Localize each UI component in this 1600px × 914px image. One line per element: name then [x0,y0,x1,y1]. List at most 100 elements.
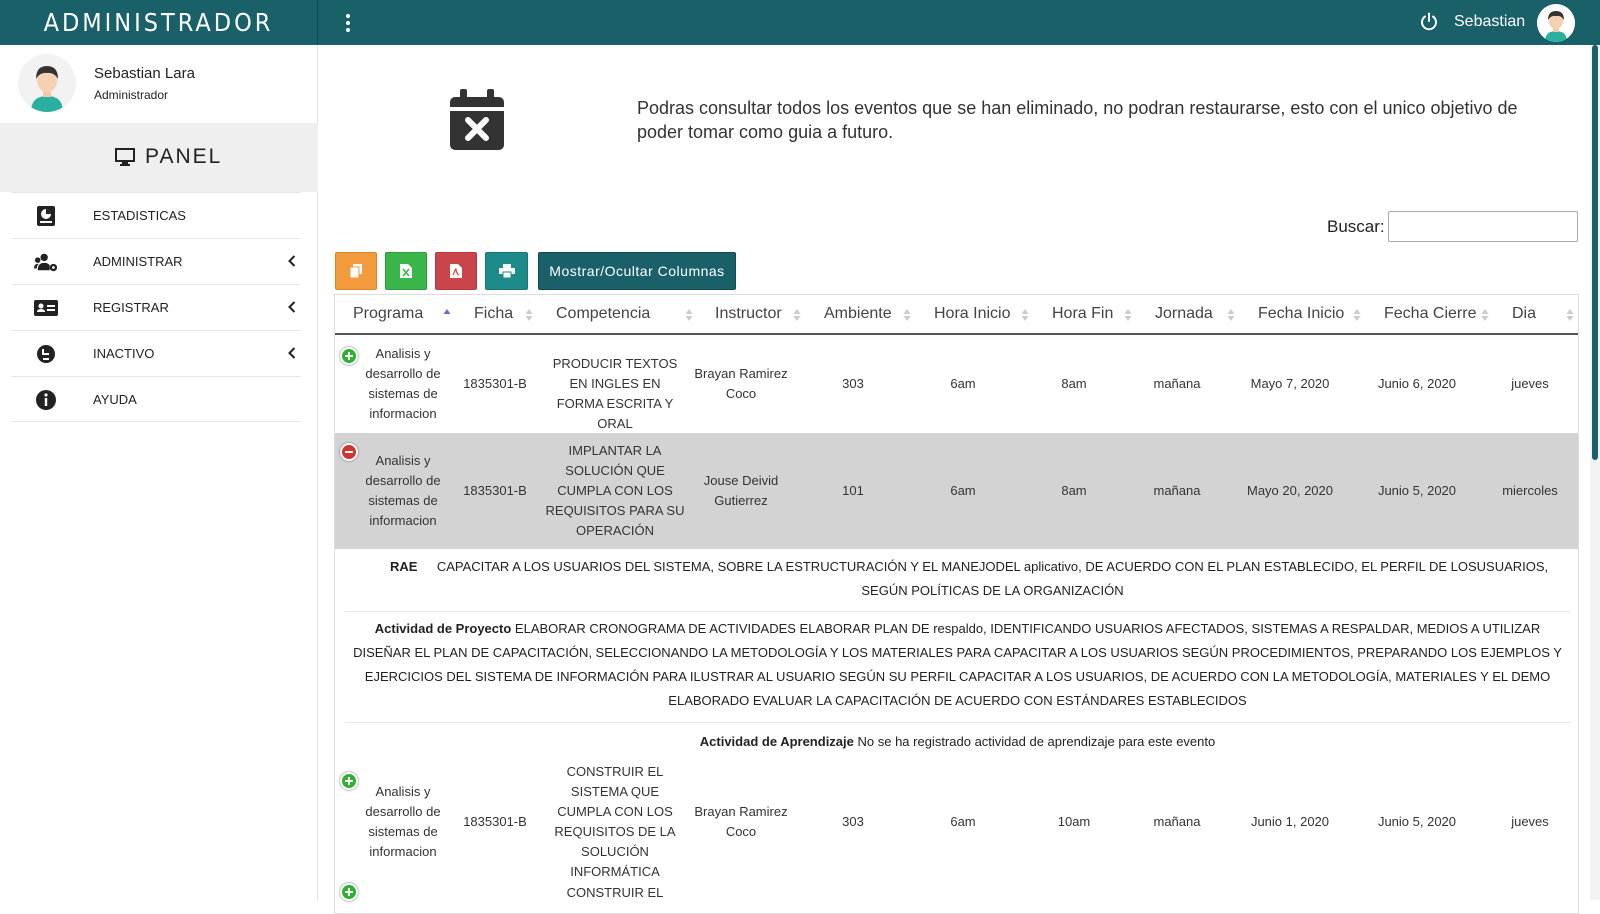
column-header-ficha[interactable]: Ficha [474,305,513,323]
divider [345,722,1570,723]
copy-button[interactable] [335,252,377,290]
sidebar: Sebastian Lara Administrador PANEL ESTAD… [0,45,318,900]
stats-book-icon [37,206,55,226]
sort-icon [1566,309,1574,321]
cell-ficha: 1835301-B [463,483,527,498]
profile-name: Sebastian Lara [94,65,195,82]
top-username[interactable]: Sebastian [1454,13,1525,31]
cell-ambiente: 303 [842,376,864,391]
pdf-icon [450,264,462,278]
cell-hora-inicio: 6am [950,483,976,498]
column-header-hora-fin[interactable]: Hora Fin [1052,305,1113,323]
cell-competencia: CONSTRUIR EL [566,885,664,900]
chevron-left-icon [288,301,296,313]
cell-programa: Analisis y desarrollo de sistemas de inf… [365,784,441,859]
expand-row-icon[interactable] [340,347,358,365]
table-header: Programa Ficha Competencia Instructor Am… [335,295,1578,335]
panel-link[interactable]: PANEL [0,123,318,192]
cell-competencia: CONSTRUIR EL SISTEMA QUE CUMPLA CON LOS … [554,764,676,879]
cell-programa: Analisis y desarrollo de sistemas de inf… [365,346,441,421]
cell-dia: jueves [1511,376,1549,391]
detail-aprendizaje: Actividad de Aprendizaje No se ha regist… [335,730,1578,754]
cell-programa: Analisis y desarrollo de sistemas de inf… [365,453,441,528]
cell-hora-fin: 10am [1057,814,1091,829]
sidebar-item-label: ADMINISTRAR [93,254,183,269]
table-row[interactable]: Analisis y desarrollo de sistemas de inf… [335,433,1578,549]
sidebar-item-administrar[interactable]: ADMINISTRAR [12,238,300,284]
sort-asc-icon [443,309,451,314]
sidebar-item-estadisticas[interactable]: ESTADISTICAS [12,192,300,238]
pdf-button[interactable] [435,252,477,290]
toggle-columns-button[interactable]: Mostrar/Ocultar Columnas [538,252,736,290]
info-icon [36,390,56,410]
sort-icon [525,309,533,321]
chevron-left-icon [288,347,296,359]
inactive-icon [37,345,55,363]
sidebar-item-inactivo[interactable]: INACTIVO [12,330,300,376]
column-header-jornada[interactable]: Jornada [1155,305,1213,323]
table-row[interactable]: CONSTRUIR EL [335,883,1578,903]
page-scrollbar[interactable] [1590,45,1600,900]
events-table: Programa Ficha Competencia Instructor Am… [334,294,1579,914]
rae-label: RAE [390,559,418,574]
sort-icon [793,309,801,321]
panel-label: PANEL [145,145,223,168]
user-avatar[interactable] [1537,4,1575,42]
sidebar-item-ayuda[interactable]: AYUDA [12,376,300,422]
sidebar-item-registrar[interactable]: REGISTRAR [12,284,300,330]
cell-dia: jueves [1511,814,1549,829]
cell-ficha: 1835301-B [463,376,527,391]
cell-ambiente: 303 [842,814,864,829]
cell-fecha-inicio: Mayo 20, 2020 [1246,483,1333,498]
cell-hora-inicio: 6am [950,814,976,829]
cell-fecha-inicio: Mayo 7, 2020 [1250,376,1330,391]
divider [345,611,1570,612]
table-row[interactable]: Analisis y desarrollo de sistemas de inf… [335,764,1578,879]
cell-ambiente: 101 [842,483,864,498]
print-button[interactable] [485,252,528,290]
menu-toggle-icon[interactable] [340,11,356,35]
sidebar-nav: ESTADISTICAS ADMINISTRAR REGISTRAR INACT… [12,192,300,422]
table-row[interactable]: Analisis y desarrollo de sistemas de inf… [335,335,1578,433]
cell-hora-fin: 8am [1061,483,1087,498]
cell-competencia: PRODUCIR TEXTOS EN INGLES EN FORMA ESCRI… [552,356,678,431]
sort-icon [1353,309,1361,321]
column-header-instructor[interactable]: Instructor [715,305,782,323]
cell-fecha-cierre: Junio 5, 2020 [1377,483,1457,498]
sidebar-profile: Sebastian Lara Administrador [0,45,318,123]
scrollbar-thumb[interactable] [1592,45,1598,460]
sidebar-item-label: INACTIVO [93,346,155,361]
cell-jornada: mañana [1153,376,1201,391]
sidebar-item-label: ESTADISTICAS [93,208,186,223]
expand-row-icon[interactable] [340,883,358,901]
cell-hora-fin: 8am [1061,376,1087,391]
column-header-hora-inicio[interactable]: Hora Inicio [934,305,1010,323]
sort-icon [903,309,911,321]
brand-title[interactable]: ADMINISTRADOR [0,0,318,45]
column-header-ambiente[interactable]: Ambiente [824,305,892,323]
column-header-programa[interactable]: Programa [353,305,423,323]
sort-icon [1124,309,1132,321]
search-input[interactable] [1388,211,1578,242]
sort-icon [1481,309,1489,321]
excel-button[interactable] [385,252,427,290]
print-icon [498,264,515,278]
cell-ficha: 1835301-B [463,814,527,829]
sort-icon [685,309,693,321]
column-header-fecha-cierre[interactable]: Fecha Cierre [1384,305,1476,323]
proyecto-text: ELABORAR CRONOGRAMA DE ACTIVIDADES ELABO… [353,621,1562,708]
column-header-dia[interactable]: Dia [1512,305,1536,323]
power-icon[interactable] [1419,12,1439,32]
profile-role: Administrador [94,88,169,102]
expand-row-icon[interactable] [340,772,358,790]
top-bar: ADMINISTRADOR Sebastian [0,0,1600,45]
cell-fecha-cierre: Junio 6, 2020 [1377,376,1457,391]
sort-icon [1021,309,1029,321]
cell-instructor: Jouse Deivid Gutierrez [703,473,779,508]
collapse-row-icon[interactable] [340,443,358,461]
detail-proyecto: Actividad de Proyecto ELABORAR CRONOGRAM… [335,617,1578,713]
search-label: Buscar: [1327,217,1385,236]
column-header-competencia[interactable]: Competencia [556,305,650,323]
column-header-fecha-inicio[interactable]: Fecha Inicio [1258,305,1344,323]
cell-fecha-inicio: Junio 1, 2020 [1250,814,1330,829]
